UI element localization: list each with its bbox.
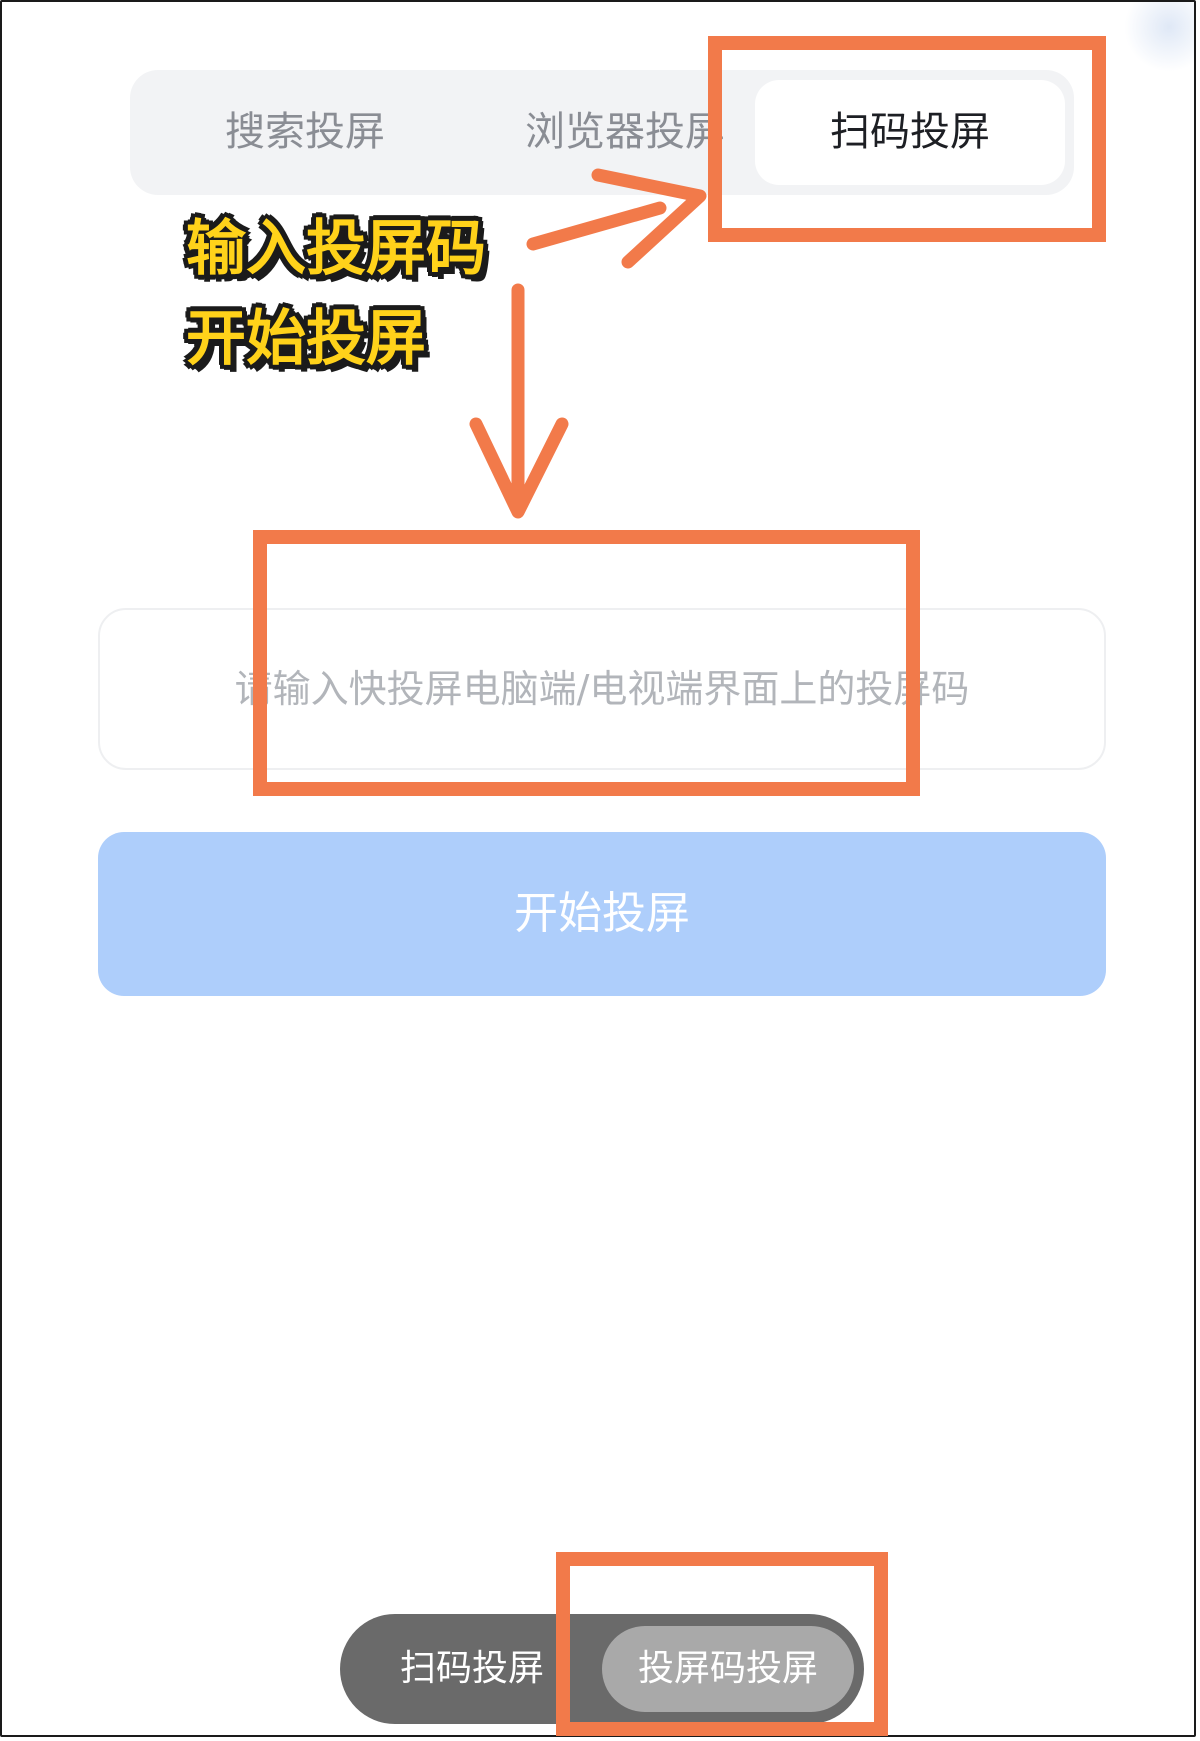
highlight-box-code-input (253, 530, 920, 796)
highlight-box-code-mode (556, 1552, 888, 1736)
annotation-callout-line1: 输入投屏码 (186, 214, 486, 284)
highlight-box-scan-tab (708, 36, 1106, 242)
start-cast-button[interactable]: 开始投屏 (98, 832, 1106, 996)
annotation-callout-line2: 开始投屏 (186, 304, 426, 374)
mode-scan-cast[interactable]: 扫码投屏 (392, 1614, 552, 1724)
app-screen: 搜索投屏 浏览器投屏 扫码投屏 开始投屏 扫码投屏 投屏码投屏 (0, 0, 1196, 1737)
corner-glow (1124, 2, 1194, 72)
tab-search-cast[interactable]: 搜索投屏 (190, 70, 420, 195)
